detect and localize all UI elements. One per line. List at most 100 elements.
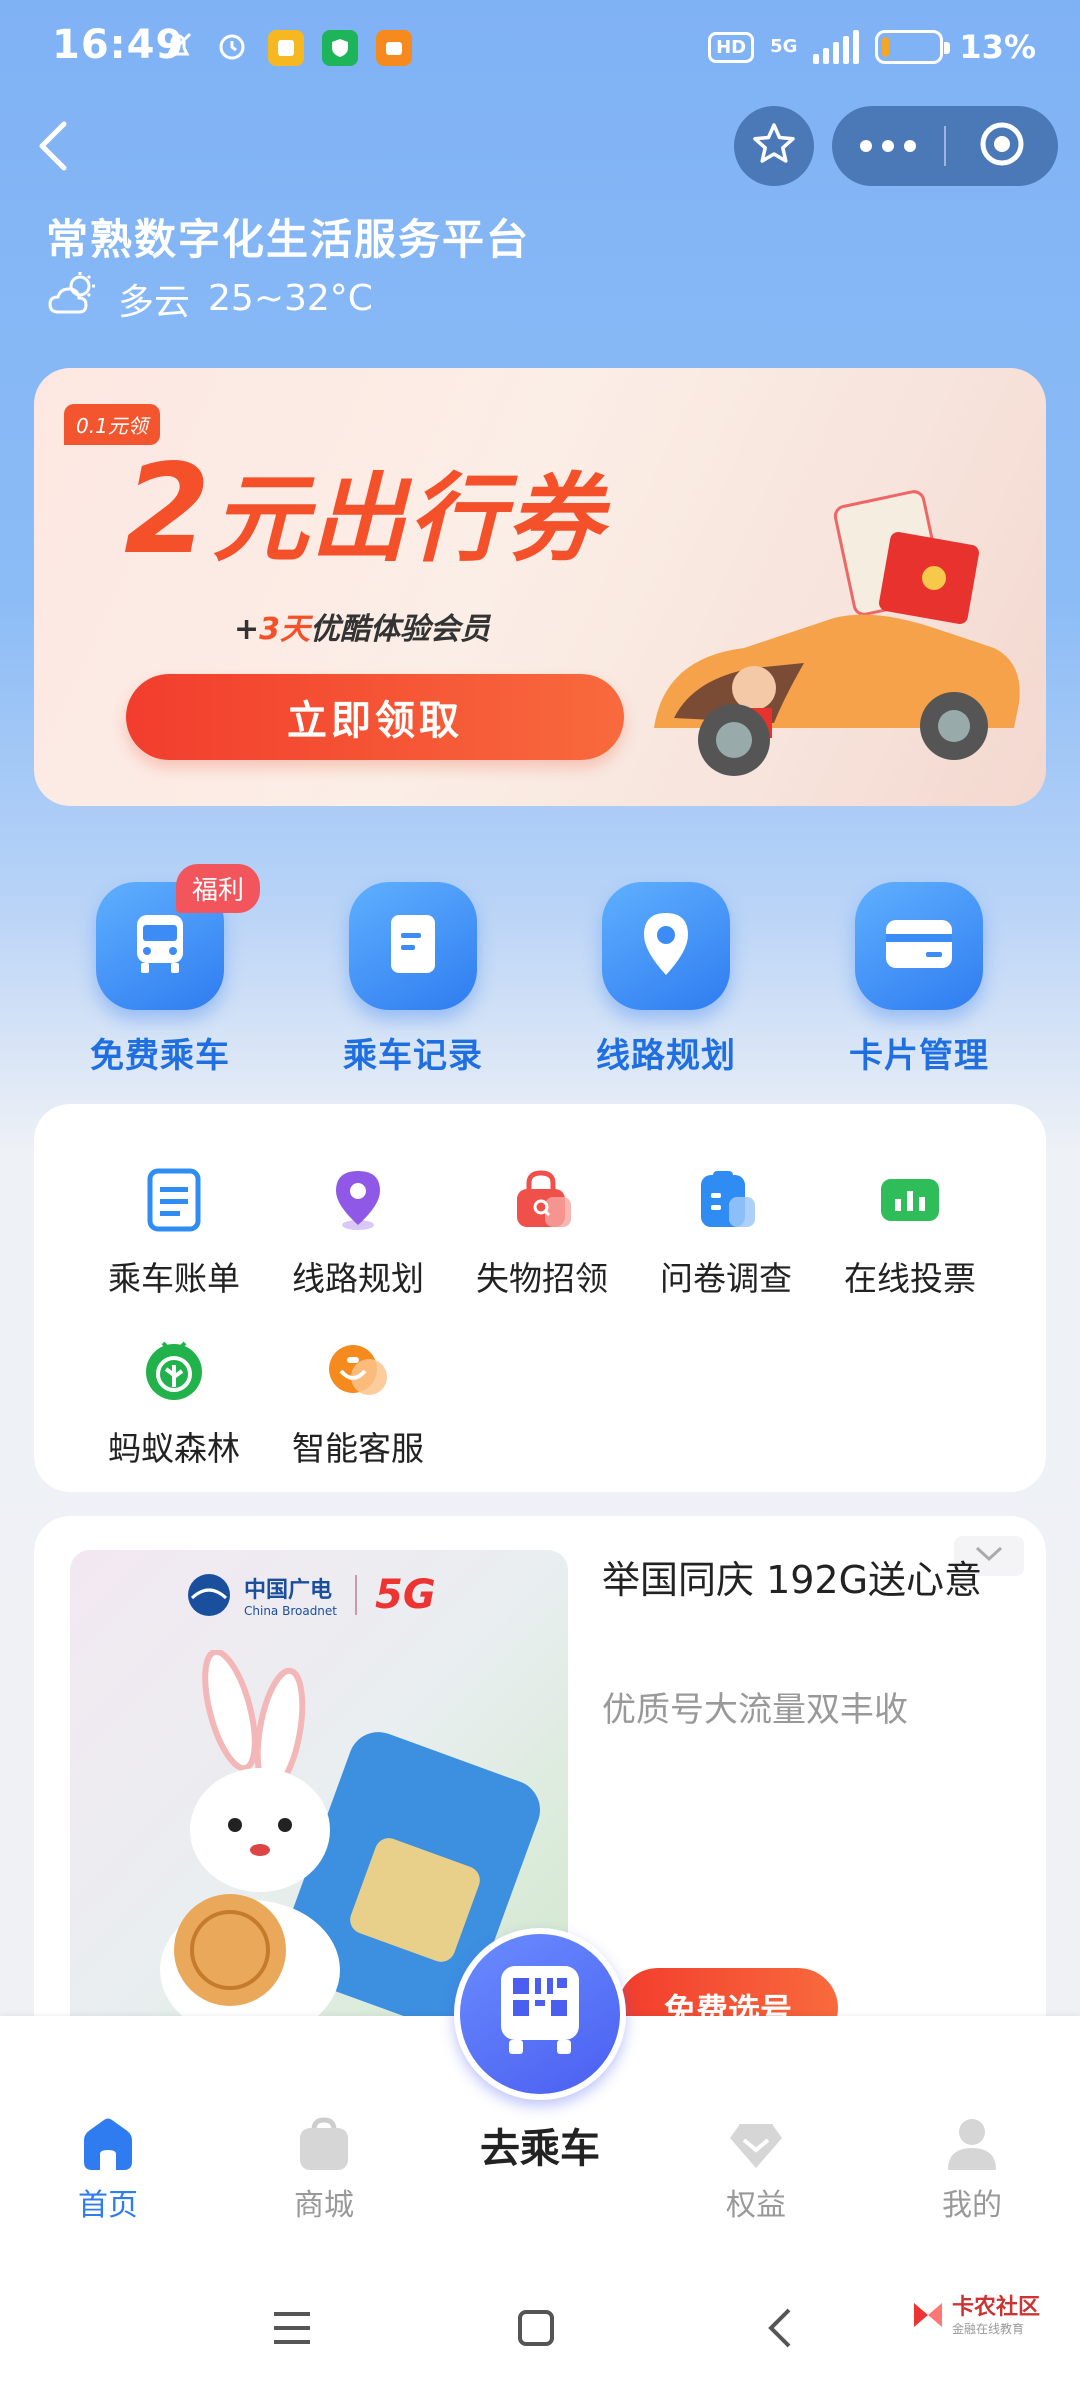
quick-item-card-management[interactable]: 卡片管理 — [819, 882, 1019, 1077]
quick-entries: 福利 免费乘车 乘车记录 线路规划 卡片管理 — [34, 864, 1046, 1076]
weather-condition: 多云 — [118, 281, 191, 323]
services-card: 乘车账单 线路规划 失物招领 问卷调查 在线投票 蚂蚁森林 智能客服 — [34, 1104, 1046, 1492]
service-online-vote[interactable]: 在线投票 — [818, 1166, 1002, 1300]
quick-item-label: 卡片管理 — [849, 1036, 989, 1076]
service-label: 线路规划 — [292, 1259, 424, 1298]
service-label: 问卷调查 — [660, 1259, 792, 1298]
service-ant-forest[interactable]: 蚂蚁森林 — [82, 1336, 266, 1470]
back-button[interactable] — [34, 118, 74, 174]
brand-en: China Broadnet — [244, 1604, 337, 1618]
vote-icon — [877, 1167, 943, 1237]
survey-icon — [693, 1167, 759, 1237]
quick-item-label: 线路规划 — [596, 1036, 736, 1076]
watermark-text: 卡农社区 — [951, 2295, 1040, 2320]
service-ride-bill[interactable]: 乘车账单 — [82, 1166, 266, 1300]
welfare-badge: 福利 — [176, 864, 260, 913]
battery-icon — [875, 30, 951, 64]
service-label: 失物招领 — [476, 1259, 608, 1298]
service-survey[interactable]: 问卷调查 — [634, 1166, 818, 1300]
qr-bus-icon — [495, 1962, 585, 2066]
tab-label: 我的 — [942, 2188, 1002, 2223]
go-ride-button[interactable] — [454, 1928, 626, 2100]
card-icon — [882, 914, 956, 978]
watermark-sub: 金融在线教育 — [951, 2322, 1024, 2336]
more-button[interactable] — [832, 140, 944, 152]
sub-text: 优酷体验会员 — [310, 612, 491, 647]
close-miniapp-button[interactable] — [946, 119, 1058, 173]
weather: 多云 25~32°C — [46, 270, 373, 327]
tab-home[interactable]: 首页 — [38, 2116, 178, 2224]
shopping-app-icon — [376, 30, 412, 66]
square-icon — [516, 2308, 556, 2352]
brand-cn: 中国广电 — [244, 1578, 333, 1603]
notes-app-icon — [268, 30, 304, 66]
battery-percent: 13% — [959, 28, 1036, 66]
temperature: 25~32°C — [208, 278, 373, 319]
favorite-button[interactable] — [734, 106, 814, 186]
system-nav-bar: 卡农社区 金融在线教育 — [0, 2256, 1080, 2400]
banner-subtitle: +3天优酷体验会员 — [234, 604, 490, 648]
sub-prefix: + — [234, 612, 260, 647]
status-right: HD 5G 13% — [708, 28, 1036, 66]
quick-item-route-planning[interactable]: 线路规划 — [566, 882, 766, 1077]
service-label: 在线投票 — [844, 1259, 976, 1298]
service-smart-support[interactable]: 智能客服 — [266, 1336, 450, 1470]
promo-description: 优质号大流量双丰收 — [602, 1690, 908, 1730]
hd-badge: HD — [708, 31, 755, 63]
signal-icon — [813, 30, 860, 64]
promo-banner[interactable]: 0.1元领 2元出行券 +3天优酷体验会员 立即领取 — [34, 368, 1046, 806]
status-bar: 16:49 HD 5G 13% — [0, 0, 1080, 100]
car-illustration — [634, 478, 1034, 788]
brand-5g: 5G — [375, 1572, 436, 1618]
service-lost-found[interactable]: 失物招领 — [450, 1166, 634, 1300]
promo-title: 举国同庆 192G送心意 — [602, 1558, 983, 1602]
lost-found-icon — [509, 1167, 575, 1237]
record-icon — [381, 909, 445, 983]
security-app-icon — [322, 30, 358, 66]
target-icon — [977, 119, 1027, 173]
sub-highlight: 3天 — [259, 612, 311, 647]
back-nav-button[interactable] — [750, 2300, 810, 2360]
user-icon — [942, 2119, 1002, 2176]
broadnet-logo: 中国广电 China Broadnet 5G — [186, 1572, 436, 1618]
mute-bell-icon — [160, 28, 196, 68]
watermark: 卡农社区 金融在线教育 — [910, 2296, 1040, 2337]
menu-button[interactable] — [262, 2300, 322, 2360]
bus-icon — [125, 909, 195, 983]
page-title: 常熟数字化生活服务平台 — [46, 215, 531, 264]
location-pin-icon — [634, 909, 698, 983]
tab-mine[interactable]: 我的 — [902, 2116, 1042, 2224]
headline-number: 2 — [124, 438, 213, 582]
menu-icon — [270, 2308, 314, 2352]
claim-now-button[interactable]: 立即领取 — [126, 674, 624, 760]
back-chevron-icon — [765, 2306, 795, 2354]
route-icon — [328, 1167, 388, 1237]
service-route-planning[interactable]: 线路规划 — [266, 1166, 450, 1300]
diamond-icon — [726, 2124, 786, 2176]
watermark-logo-icon — [910, 2297, 946, 2337]
headline-text: 元出行券 — [212, 463, 605, 575]
notification-icons — [160, 28, 412, 68]
alarm-icon — [214, 28, 250, 68]
tab-label: 首页 — [78, 2188, 138, 2223]
network-type: 5G — [770, 36, 798, 57]
tab-benefits[interactable]: 权益 — [686, 2116, 826, 2224]
home-icon — [78, 2118, 138, 2176]
cloudy-sun-icon — [46, 270, 100, 327]
service-label: 智能客服 — [292, 1429, 424, 1468]
tab-mall[interactable]: 商城 — [254, 2116, 394, 2224]
star-icon — [750, 120, 798, 172]
quick-item-label: 免费乘车 — [90, 1036, 230, 1076]
go-ride-label: 去乘车 — [480, 2126, 600, 2172]
quick-item-ride-records[interactable]: 乘车记录 — [313, 882, 513, 1077]
tab-label: 权益 — [726, 2188, 786, 2223]
banner-headline: 2元出行券 — [124, 438, 604, 582]
home-nav-button[interactable] — [506, 2300, 566, 2360]
service-label: 乘车账单 — [108, 1259, 240, 1298]
miniapp-capsule — [832, 106, 1058, 186]
customer-service-icon — [325, 1337, 391, 1407]
shopping-bag-icon — [294, 2117, 354, 2176]
quick-item-label: 乘车记录 — [343, 1036, 483, 1076]
bill-icon — [144, 1167, 204, 1237]
quick-item-free-ride[interactable]: 福利 免费乘车 — [60, 864, 260, 1077]
